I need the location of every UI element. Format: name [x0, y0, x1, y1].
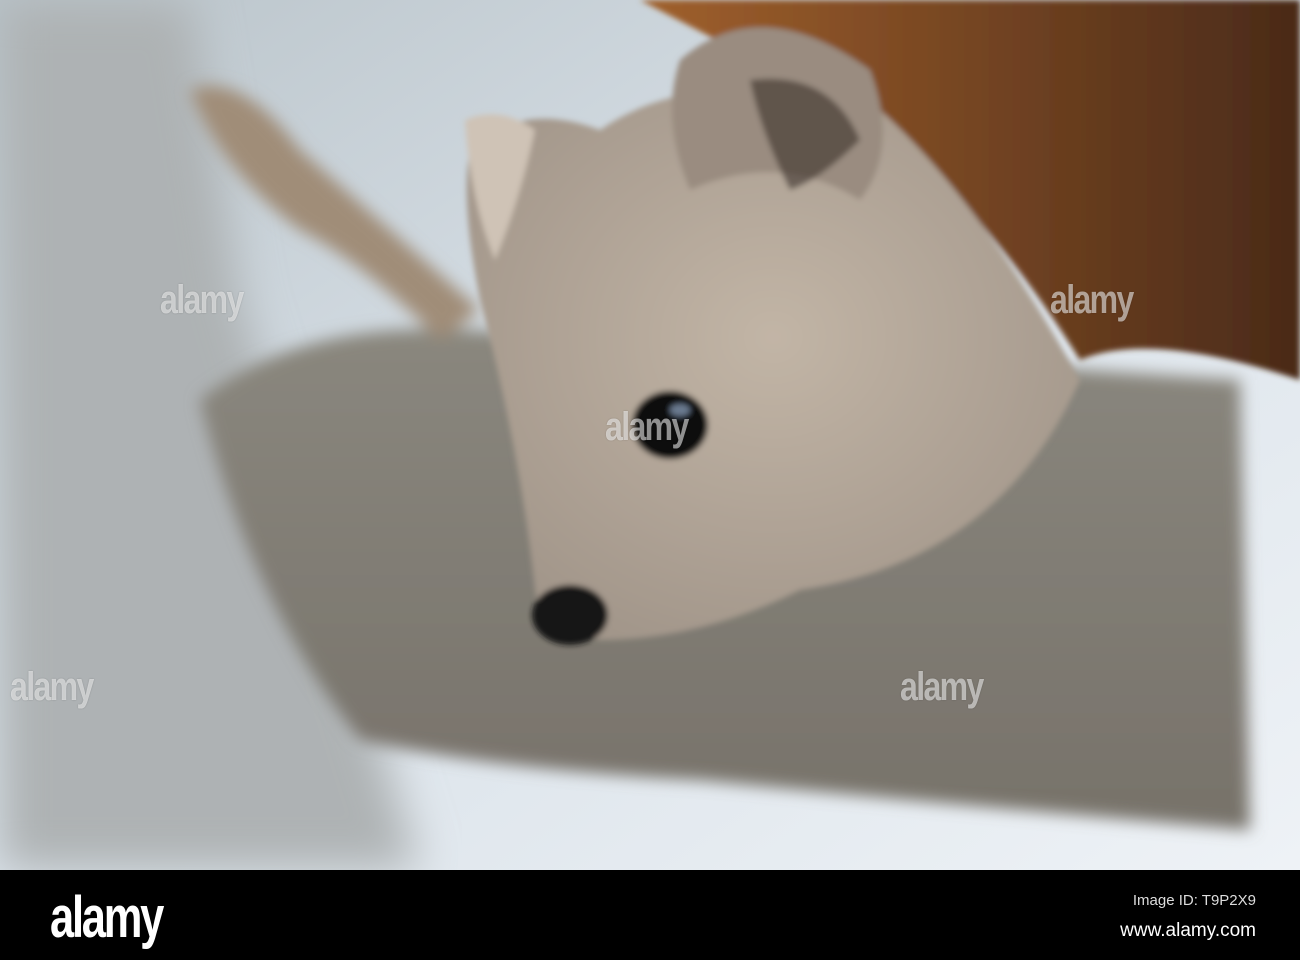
- watermark: alamy: [160, 278, 244, 322]
- footer-bar: alamy Image ID: T9P2X9 www.alamy.com: [0, 870, 1300, 960]
- site-url: www.alamy.com: [1120, 920, 1256, 941]
- stock-photo: alamy alamy alamy alamy alamy alamy Imag…: [0, 0, 1300, 960]
- watermark: alamy: [10, 665, 94, 709]
- image-id: Image ID: T9P2X9: [1132, 892, 1256, 909]
- marten-nose: [532, 585, 608, 645]
- watermark: alamy: [605, 405, 689, 449]
- alamy-logo: alamy: [50, 885, 164, 950]
- watermark: alamy: [1050, 278, 1134, 322]
- watermark: alamy: [900, 665, 984, 709]
